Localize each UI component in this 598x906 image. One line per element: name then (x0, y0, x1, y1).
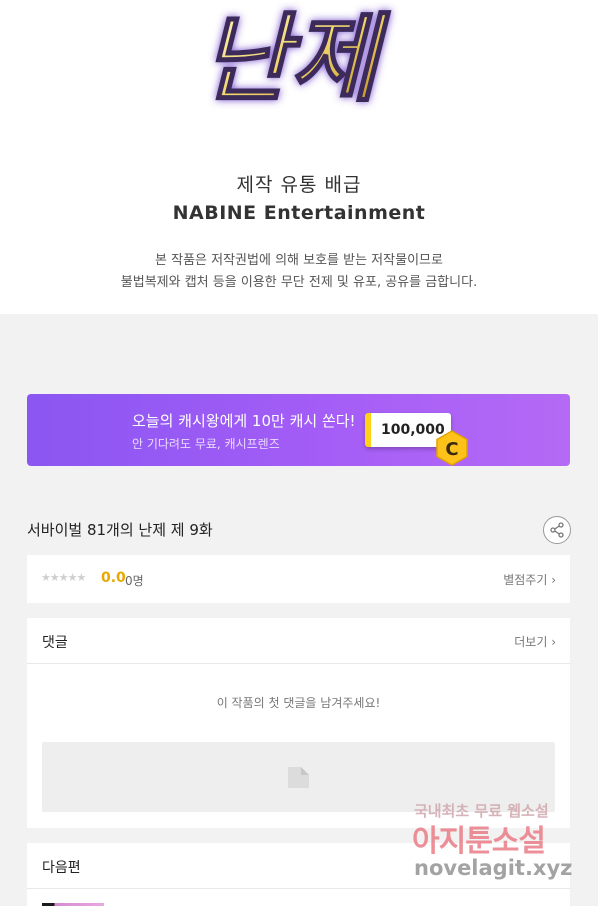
rating-box: ★★★★★ 0.0 0명 별점주기 › (27, 555, 570, 603)
cash-promo-banner[interactable]: 오늘의 캐시왕에게 10만 캐시 쏜다! 안 기다려도 무료, 캐시프렌즈 10… (27, 394, 570, 466)
share-button[interactable] (543, 516, 571, 544)
next-episode-section: 다음편 (27, 843, 570, 906)
coin-letter: C (445, 439, 458, 460)
comment-edit-icon (288, 767, 309, 788)
title-logo: 난제 (150, 0, 430, 118)
copyright-line-2: 불법복제와 캡처 등을 이용한 무단 전제 및 유포, 공유를 금합니다. (120, 275, 478, 290)
rating-count: 0명 (125, 574, 144, 588)
comment-empty-message: 이 작품의 첫 댓글을 남겨주세요! (216, 696, 381, 710)
comment-label: 댓글 (42, 635, 68, 651)
share-icon (550, 522, 564, 538)
next-episode-header: 다음편 (27, 843, 570, 889)
rating-score: 0.0 (101, 570, 126, 586)
rate-button[interactable]: 별점주기 › (503, 571, 556, 588)
banner-title: 오늘의 캐시왕에게 10만 캐시 쏜다! (132, 412, 356, 430)
copyright-line-1: 본 작품은 저작권법에 의해 보호를 받는 저작물이므로 (155, 253, 443, 268)
credit-company: NABINE Entertainment (172, 202, 426, 224)
credit-label: 제작 유통 배급 (236, 174, 362, 196)
credits-section: 난제 제작 유통 배급 NABINE Entertainment 본 작품은 저… (0, 0, 598, 314)
coin-icon: C (436, 430, 468, 466)
episode-title: 서바이벌 81개의 난제 제 9화 (27, 521, 213, 539)
logo-text: 난제 (202, 2, 391, 115)
comment-more-link[interactable]: 더보기 › (514, 633, 556, 650)
comment-header: 댓글 더보기 › (27, 618, 570, 664)
next-episode-label: 다음편 (42, 860, 81, 876)
title-logo-art: 난제 (201, 1, 392, 116)
rating-stars: ★★★★★ (41, 571, 86, 584)
comment-section: 댓글 더보기 › 이 작품의 첫 댓글을 남겨주세요! (27, 618, 570, 828)
banner-subtitle: 안 기다려도 무료, 캐시프렌즈 (132, 437, 280, 451)
comment-input[interactable] (42, 742, 555, 812)
